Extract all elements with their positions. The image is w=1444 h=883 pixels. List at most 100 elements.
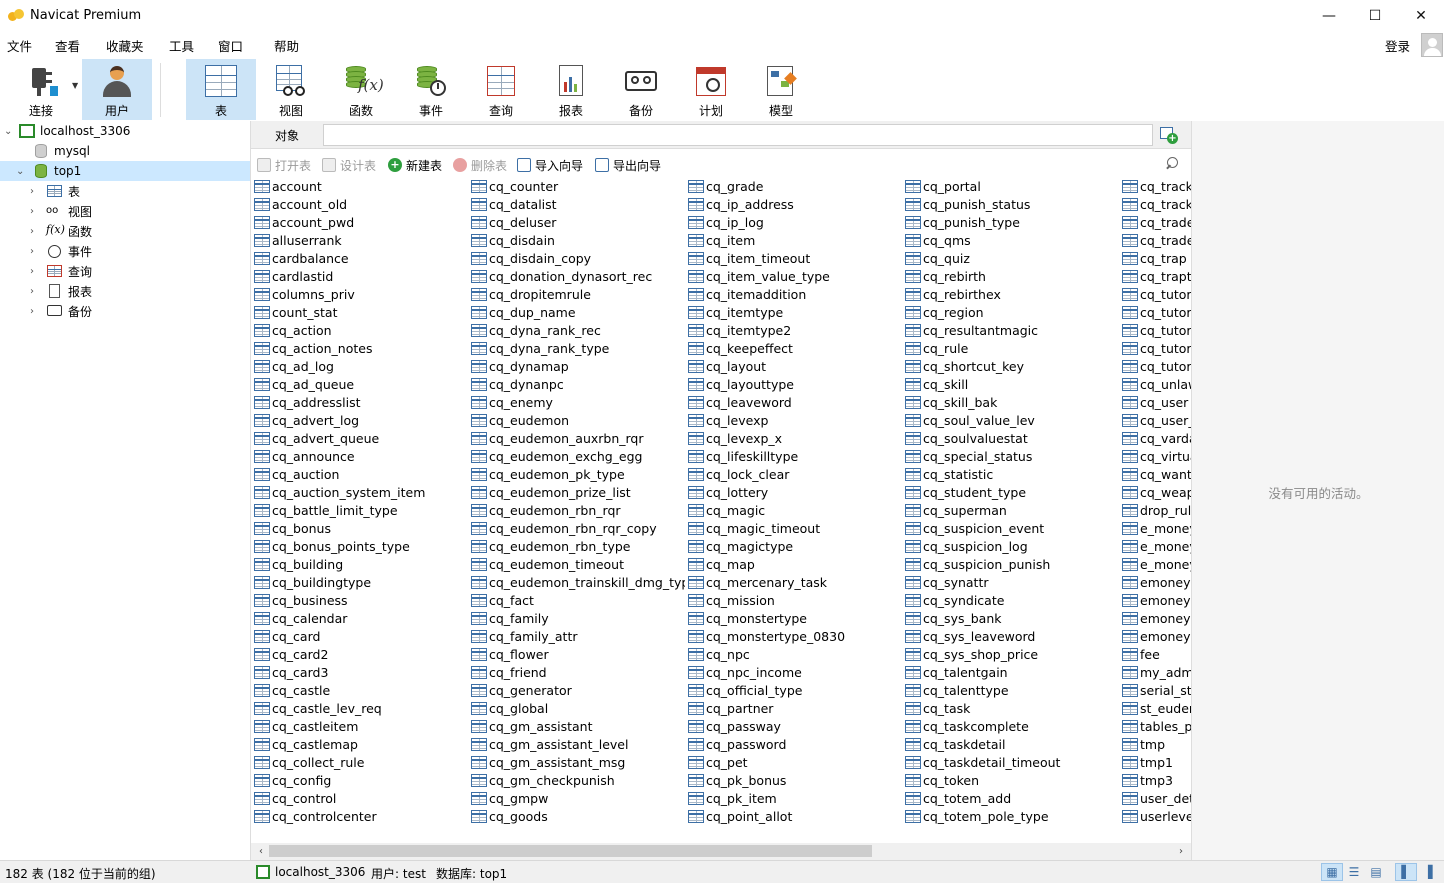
table-item[interactable]: cq_totem_pole_type — [902, 807, 1119, 825]
object-filter-input[interactable] — [323, 124, 1153, 146]
table-item[interactable]: e_money — [1119, 537, 1191, 555]
table-item[interactable]: cq_global — [468, 699, 685, 717]
table-item[interactable]: cq_region — [902, 303, 1119, 321]
table-item[interactable]: cq_counter — [468, 177, 685, 195]
table-item[interactable]: cq_advert_queue — [251, 429, 468, 447]
table-item[interactable]: cq_superman — [902, 501, 1119, 519]
table-item[interactable]: cq_taskdetail_timeout — [902, 753, 1119, 771]
table-item[interactable]: st_euden — [1119, 699, 1191, 717]
chevron-right-icon[interactable]: › — [30, 286, 34, 297]
table-item[interactable]: cq_controlcenter — [251, 807, 468, 825]
table-item[interactable]: cq_pk_item — [685, 789, 902, 807]
table-item[interactable]: cq_shortcut_key — [902, 357, 1119, 375]
table-item[interactable]: cq_trade_ — [1119, 231, 1191, 249]
table-item[interactable]: cq_punish_status — [902, 195, 1119, 213]
table-item[interactable]: cq_rule — [902, 339, 1119, 357]
table-item[interactable]: cq_itemtype — [685, 303, 902, 321]
table-item[interactable]: cq_castle — [251, 681, 468, 699]
new-tab-icon[interactable]: + — [1159, 126, 1179, 144]
table-item[interactable]: cq_soulvaluestat — [902, 429, 1119, 447]
table-item[interactable]: tmp1 — [1119, 753, 1191, 771]
table-item[interactable]: cq_control — [251, 789, 468, 807]
table-item[interactable]: userlevel — [1119, 807, 1191, 825]
table-item[interactable]: cq_item_timeout — [685, 249, 902, 267]
table-item[interactable]: cq_eudemon_rbn_rqr — [468, 501, 685, 519]
table-item[interactable]: cq_building — [251, 555, 468, 573]
table-item[interactable]: cq_ad_queue — [251, 375, 468, 393]
table-item[interactable]: cq_family — [468, 609, 685, 627]
chevron-right-icon[interactable]: › — [30, 186, 34, 197]
table-item[interactable]: emoneyl — [1119, 609, 1191, 627]
table-item[interactable]: cq_tutor_ — [1119, 303, 1191, 321]
table-item[interactable]: cq_track2 — [1119, 195, 1191, 213]
table-item[interactable]: cq_magic_timeout — [685, 519, 902, 537]
table-item[interactable]: cq_collect_rule — [251, 753, 468, 771]
table-item[interactable]: emoneyb — [1119, 573, 1191, 591]
table-item[interactable]: user_deta — [1119, 789, 1191, 807]
table-item[interactable]: cq_lock_clear — [685, 465, 902, 483]
table-item[interactable]: cq_skill — [902, 375, 1119, 393]
delete-table-button[interactable]: 删除表 — [453, 156, 507, 174]
tree-database-mysql[interactable]: mysql — [0, 141, 250, 161]
table-item[interactable]: cq_point_allot — [685, 807, 902, 825]
menu-help[interactable]: 帮助 — [274, 36, 299, 55]
table-item[interactable]: cq_itemtype2 — [685, 321, 902, 339]
table-item[interactable]: cq_tutor_ — [1119, 339, 1191, 357]
table-item[interactable]: cq_virtua — [1119, 447, 1191, 465]
table-item[interactable]: cq_friend — [468, 663, 685, 681]
table-item[interactable]: cq_eudemon_pk_type — [468, 465, 685, 483]
chevron-down-icon[interactable]: ⌄ — [16, 166, 24, 177]
table-item[interactable]: cq_ip_address — [685, 195, 902, 213]
scrollbar-thumb[interactable] — [269, 845, 872, 857]
table-item[interactable]: cq_bonus — [251, 519, 468, 537]
table-item[interactable]: cq_levexp_x — [685, 429, 902, 447]
table-item[interactable]: cq_eudemon_prize_list — [468, 483, 685, 501]
toolbar-view-button[interactable]: 视图 — [256, 59, 326, 120]
menu-file[interactable]: 文件 — [7, 36, 32, 55]
table-item[interactable]: cq_family_attr — [468, 627, 685, 645]
minimize-icon[interactable]: — — [1306, 0, 1352, 31]
table-item[interactable]: cq_ip_log — [685, 213, 902, 231]
table-item[interactable]: cq_generator — [468, 681, 685, 699]
table-item[interactable]: cq_trapty — [1119, 267, 1191, 285]
table-item[interactable]: cq_ad_log — [251, 357, 468, 375]
table-item[interactable]: cq_dropitemrule — [468, 285, 685, 303]
table-item[interactable]: cardlastid — [251, 267, 468, 285]
table-item[interactable]: cq_taskcomplete — [902, 717, 1119, 735]
table-item[interactable]: cq_tutore — [1119, 357, 1191, 375]
table-item[interactable]: cq_magictype — [685, 537, 902, 555]
menu-view[interactable]: 查看 — [55, 36, 80, 55]
table-item[interactable]: cq_gmpw — [468, 789, 685, 807]
table-item[interactable]: cq_dyna_rank_rec — [468, 321, 685, 339]
table-item[interactable]: cq_eudemon_auxrbn_rqr — [468, 429, 685, 447]
table-item[interactable]: tmp — [1119, 735, 1191, 753]
toolbar-connect-button[interactable]: 连接 — [6, 59, 76, 120]
table-item[interactable]: cq_disdain — [468, 231, 685, 249]
toolbar-model-button[interactable]: 模型 — [746, 59, 816, 120]
table-item[interactable]: cq_dynanpc — [468, 375, 685, 393]
table-item[interactable]: cq_suspicion_event — [902, 519, 1119, 537]
table-item[interactable]: cq_trap — [1119, 249, 1191, 267]
table-item[interactable]: cq_auction — [251, 465, 468, 483]
toggle-info-pane-icon[interactable]: ▐ — [1417, 863, 1439, 881]
table-item[interactable]: cq_eudemon_rbn_rqr_copy — [468, 519, 685, 537]
toolbar-table-button[interactable]: 表 — [186, 59, 256, 120]
table-item[interactable]: alluserrank — [251, 231, 468, 249]
table-item[interactable]: cq_castle_lev_req — [251, 699, 468, 717]
table-item[interactable]: cq_syndicate — [902, 591, 1119, 609]
table-item[interactable]: cq_trade — [1119, 213, 1191, 231]
menu-window[interactable]: 窗口 — [218, 36, 243, 55]
chevron-right-icon[interactable]: › — [30, 226, 34, 237]
design-table-button[interactable]: 设计表 — [322, 156, 376, 174]
table-item[interactable]: cq_grade — [685, 177, 902, 195]
table-item[interactable]: cq_lottery — [685, 483, 902, 501]
table-item[interactable]: fee — [1119, 645, 1191, 663]
tab-objects[interactable]: 对象 — [251, 121, 323, 149]
chevron-right-icon[interactable]: › — [30, 266, 34, 277]
table-item[interactable]: cq_keepeffect — [685, 339, 902, 357]
scroll-right-icon[interactable]: › — [1173, 843, 1189, 860]
tree-item-tables[interactable]: › 表 — [0, 181, 250, 201]
table-item[interactable]: cq_talenttype — [902, 681, 1119, 699]
table-item[interactable]: cq_mercenary_task — [685, 573, 902, 591]
table-item[interactable]: cq_task — [902, 699, 1119, 717]
